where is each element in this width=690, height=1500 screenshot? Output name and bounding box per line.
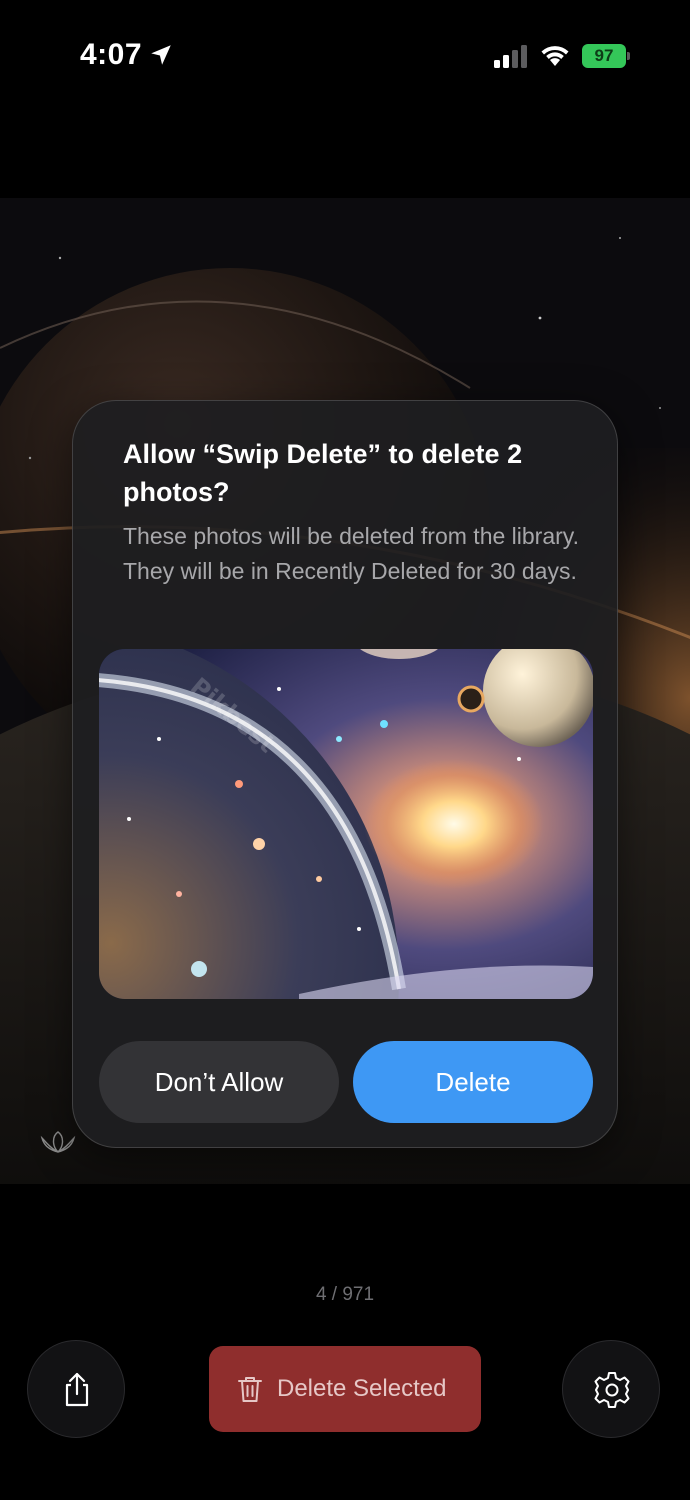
status-bar: 4:07 97 bbox=[0, 0, 690, 110]
location-arrow-icon bbox=[151, 45, 171, 65]
status-time: 4:07 bbox=[80, 38, 143, 71]
photo-counter: 4 / 971 bbox=[315, 1284, 375, 1305]
wifi-icon bbox=[541, 46, 569, 66]
photo-preview: Pikbest bbox=[99, 649, 593, 999]
galaxy-photo-image: Pikbest bbox=[99, 649, 593, 999]
delete-button[interactable]: Delete bbox=[353, 1041, 593, 1123]
delete-selected-button[interactable]: Delete Selected bbox=[209, 1346, 481, 1432]
cellular-signal-icon bbox=[494, 45, 527, 68]
settings-button[interactable] bbox=[562, 1340, 660, 1438]
share-button[interactable] bbox=[27, 1340, 125, 1438]
trash-icon bbox=[238, 1377, 262, 1402]
gear-icon bbox=[594, 1372, 630, 1408]
delete-permission-alert: Allow “Swip Delete” to delete 2 photos? … bbox=[72, 400, 618, 1148]
alert-message: These photos will be deleted from the li… bbox=[123, 523, 579, 584]
share-icon bbox=[65, 1372, 89, 1407]
battery-level: 97 bbox=[594, 46, 614, 65]
alert-title: Allow “Swip Delete” to delete 2 photos? bbox=[123, 439, 523, 507]
delete-selected-label: Delete Selected bbox=[277, 1375, 447, 1402]
dont-allow-button[interactable]: Don’t Allow bbox=[99, 1041, 339, 1123]
battery-charging-icon: 97 bbox=[582, 44, 630, 68]
watermark-logo-icon bbox=[40, 1131, 76, 1153]
